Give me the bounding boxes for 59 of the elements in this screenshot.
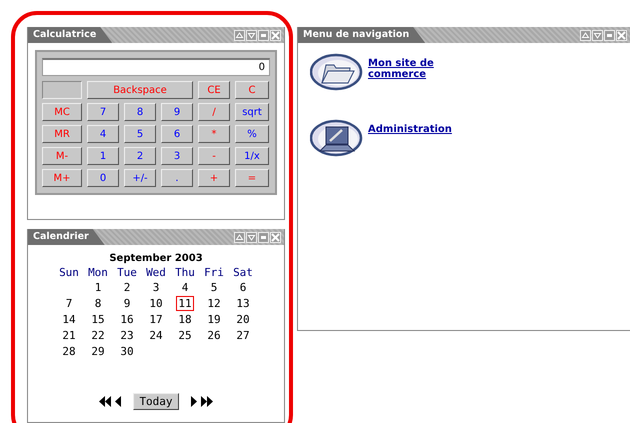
calendar-day[interactable]: 23	[118, 328, 136, 343]
nav-link[interactable]: Mon site de commerce	[368, 58, 448, 80]
calendar-day[interactable]: 16	[118, 312, 136, 327]
calculator-key[interactable]: 5	[124, 125, 156, 143]
weekday-label: Wed	[145, 266, 167, 279]
calculator-key[interactable]: sqrt	[235, 103, 269, 121]
calendar-day[interactable]: 21	[60, 328, 78, 343]
calculator-key[interactable]: 3	[161, 147, 193, 165]
calculator-key[interactable]: 6	[161, 125, 193, 143]
weekday-label: Fri	[203, 266, 225, 279]
display-field[interactable]: 0	[42, 58, 270, 76]
calendar-day[interactable]: 18	[176, 312, 194, 327]
calculator-key[interactable]: 2	[124, 147, 156, 165]
weekday-label: Sat	[232, 266, 254, 279]
calendar-day[interactable]: 15	[89, 312, 107, 327]
calendar-day[interactable]: 11	[176, 296, 194, 311]
panel-title: Menu de navigation	[298, 27, 426, 43]
calculator-key[interactable]: 1	[87, 147, 119, 165]
weekday-label: Sun	[58, 266, 80, 279]
calendar-day[interactable]: 17	[147, 312, 165, 327]
calendar-day[interactable]: 22	[89, 328, 107, 343]
calendar-day[interactable]: 13	[234, 296, 252, 311]
panel-title: Calendrier	[28, 229, 105, 245]
calendar-day[interactable]: 19	[205, 312, 223, 327]
calculator-key[interactable]: .	[161, 169, 193, 187]
calendar-day[interactable]: 7	[64, 296, 74, 311]
calendar-day[interactable]: 5	[208, 280, 220, 295]
calendar-day[interactable]: 14	[60, 312, 78, 327]
calendar-day[interactable]: 10	[147, 296, 165, 311]
calendar-day[interactable]: 30	[118, 344, 136, 359]
calculator-key[interactable]: +/-	[124, 169, 156, 187]
calendar-day[interactable]: 12	[205, 296, 223, 311]
calendar-day[interactable]: 25	[176, 328, 194, 343]
calendar-day[interactable]: 9	[122, 296, 132, 311]
month-title: September 2003	[108, 253, 204, 264]
today-button[interactable]: Today	[133, 393, 179, 410]
weekday-label: Thu	[174, 266, 196, 279]
calculator-key[interactable]: 1/x	[235, 147, 269, 165]
calculator-key[interactable]: 4	[87, 125, 119, 143]
calendar-day[interactable]: 29	[89, 344, 107, 359]
calendar-day[interactable]: 20	[234, 312, 252, 327]
calendar-day[interactable]: 2	[122, 280, 132, 295]
calendar-day[interactable]: 27	[234, 328, 252, 343]
calculator-key[interactable]: 8	[124, 103, 156, 121]
panel-title: Calculatrice	[28, 27, 112, 43]
calendar-day[interactable]: 4	[180, 280, 190, 295]
weekday-label: Tue	[116, 266, 138, 279]
calculator-key[interactable]: 9	[161, 103, 193, 121]
calendar-day[interactable]: 1	[92, 280, 104, 295]
calendar-day[interactable]: 24	[147, 328, 165, 343]
weekday-label: Mon	[87, 266, 109, 279]
calendar-day[interactable]: 3	[150, 280, 162, 295]
calculator-key[interactable]: 0	[87, 169, 119, 187]
calculator-key[interactable]: %	[235, 125, 269, 143]
calculator-key[interactable]: 7	[87, 103, 119, 121]
calendar-day[interactable]: 8	[92, 296, 104, 311]
calendar-day[interactable]: 6	[238, 280, 248, 295]
calendar-day[interactable]: 26	[205, 328, 223, 343]
calendar-day[interactable]: 28	[60, 344, 78, 359]
